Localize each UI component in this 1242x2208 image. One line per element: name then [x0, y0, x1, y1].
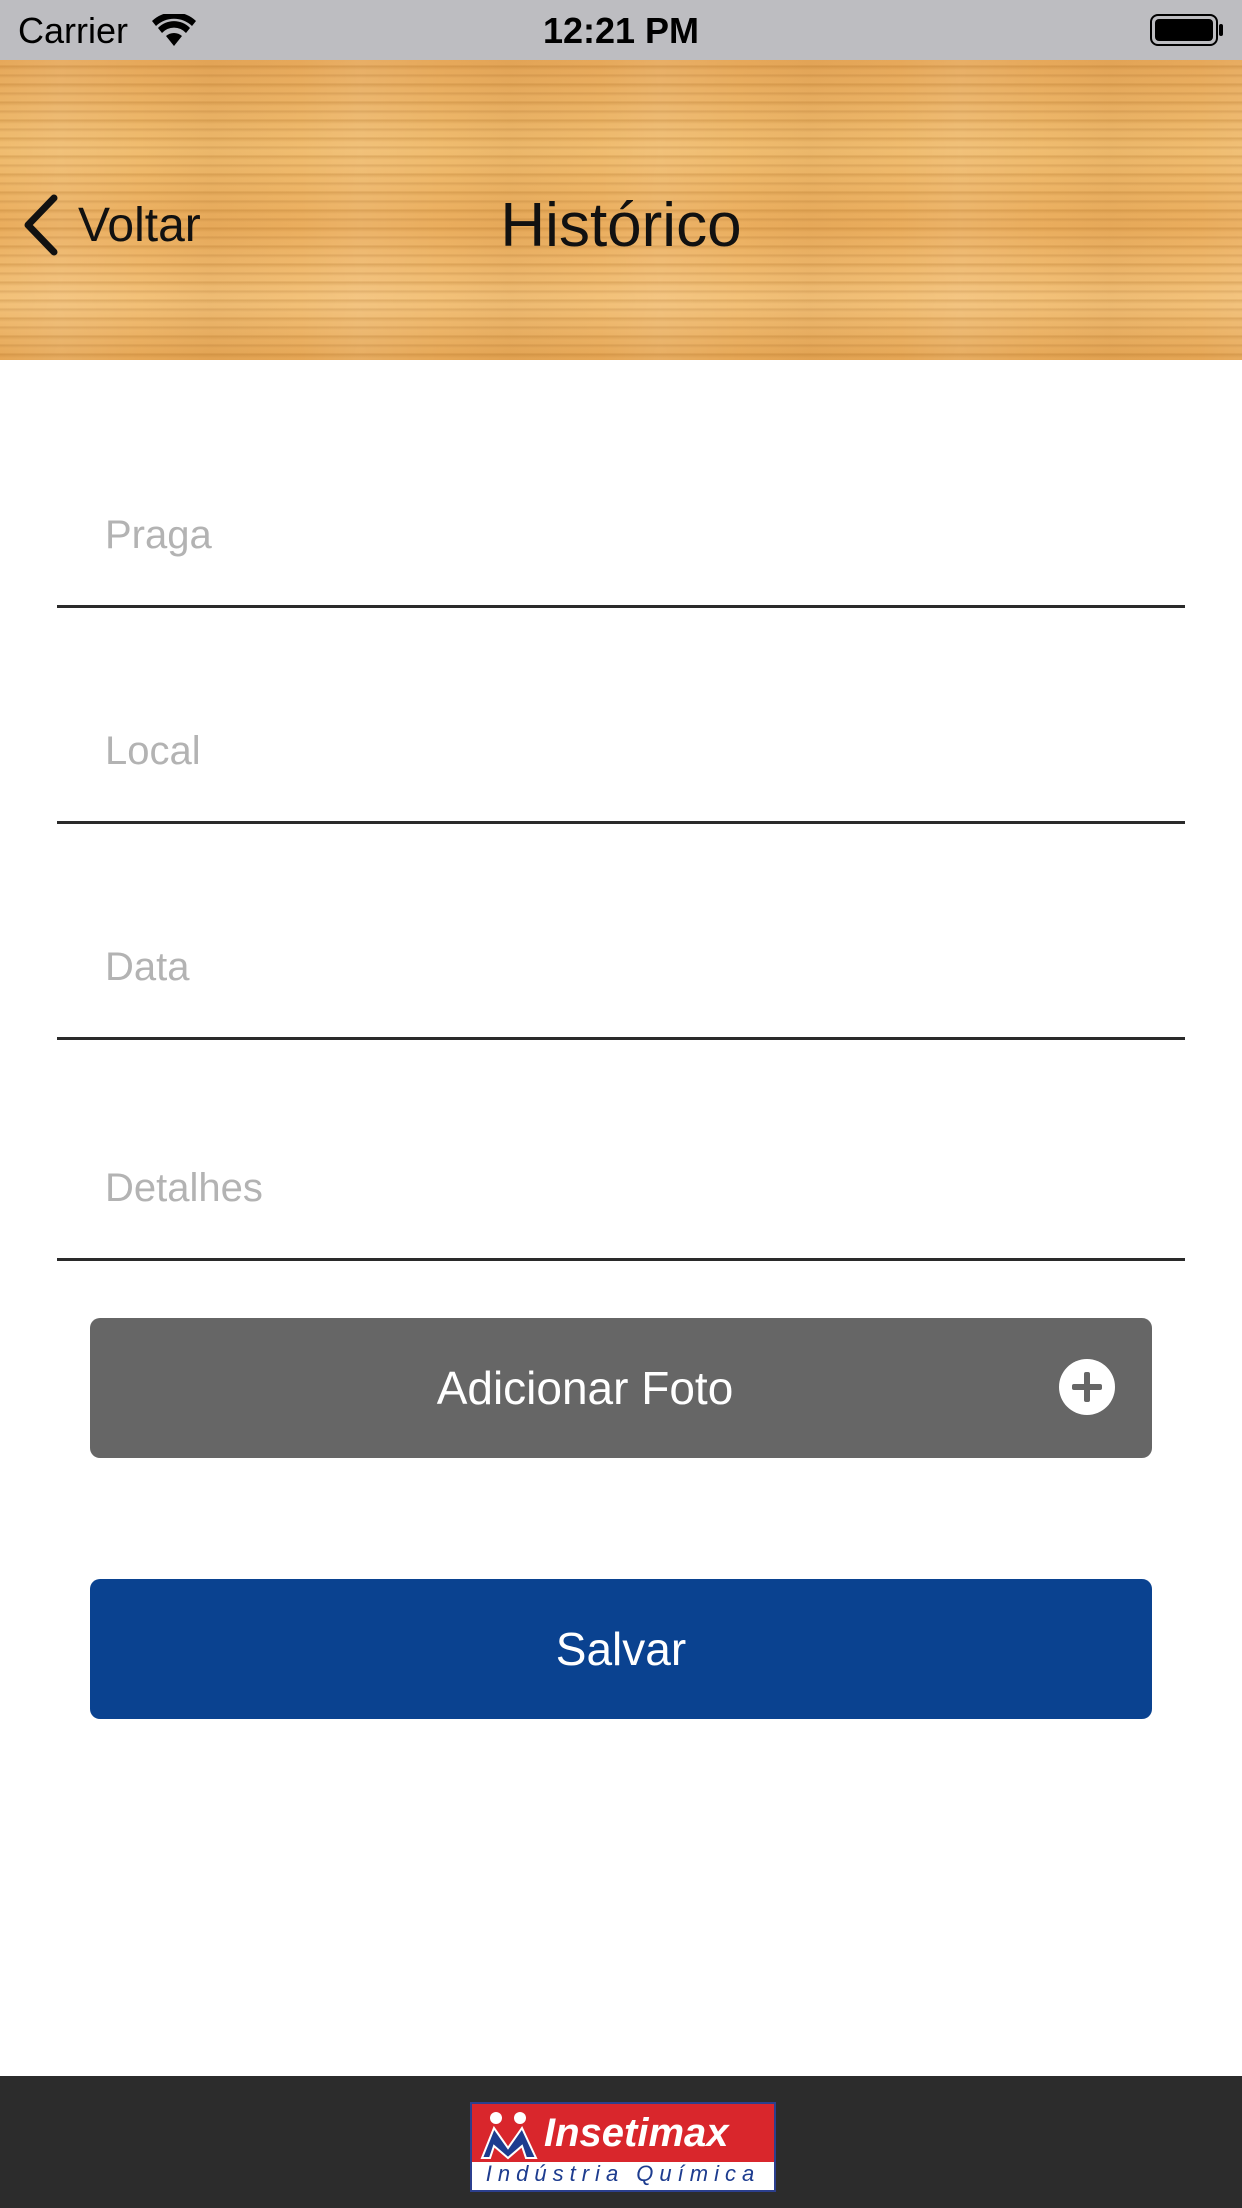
data-input[interactable] — [105, 937, 1145, 997]
detalhes-field — [57, 1108, 1185, 1261]
clock: 12:21 PM — [542, 10, 700, 51]
page-title: Histórico — [500, 191, 742, 260]
detalhes-input[interactable] — [105, 1158, 1145, 1218]
add-photo-button[interactable]: Adicionar Foto — [90, 1318, 1152, 1458]
praga-input[interactable] — [105, 505, 1145, 565]
battery-icon — [1150, 14, 1223, 46]
footer: Insetimax Indústria Química — [0, 2076, 1242, 2208]
save-button[interactable]: Salvar — [90, 1579, 1152, 1719]
logo-mark-icon — [480, 2112, 538, 2160]
status-bar: Carrier 12:21 PM — [0, 0, 1242, 60]
insetimax-logo: Insetimax Indústria Química — [470, 2102, 776, 2192]
praga-field — [57, 455, 1185, 608]
nav-bar: Voltar Histórico — [0, 60, 1242, 360]
add-photo-label: Adicionar Foto — [436, 1362, 734, 1414]
logo-brand-text: Insetimax — [544, 2111, 729, 2155]
logo-banner: Insetimax — [472, 2104, 774, 2162]
plus-circle-icon — [1059, 1359, 1115, 1415]
data-field — [57, 887, 1185, 1040]
local-field — [57, 671, 1185, 824]
logo-subtitle: Indústria Química — [485, 2161, 761, 2186]
local-input[interactable] — [105, 721, 1145, 781]
